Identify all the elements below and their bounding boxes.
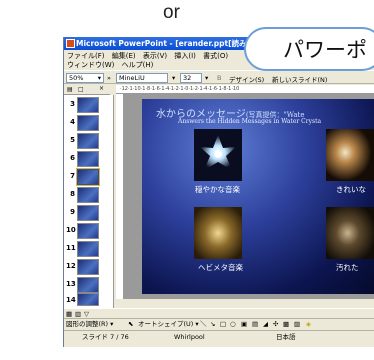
slide-thumbnail-image bbox=[77, 115, 99, 131]
thumbnail-slide-6[interactable]: 6 bbox=[66, 149, 110, 169]
current-slide[interactable]: 水からのメッセージ(写真提供："Wate Answers the Hidden … bbox=[142, 99, 374, 294]
line-icon[interactable]: ＼ bbox=[200, 319, 207, 330]
caption-beautiful: きれいな bbox=[336, 185, 366, 194]
select-pointer-icon[interactable]: ⬉ bbox=[128, 319, 133, 330]
thumbnail-slide-14[interactable]: 14 bbox=[66, 291, 110, 307]
crystal-photo-icon bbox=[326, 129, 374, 181]
font-size-select[interactable]: 32 bbox=[180, 73, 202, 83]
more-buttons-icon[interactable]: » bbox=[107, 74, 111, 82]
slide-thumbnail-image bbox=[77, 259, 99, 275]
font-size-value: 32 bbox=[183, 74, 192, 82]
bold-icon[interactable]: B bbox=[217, 74, 221, 82]
caption-heavy-metal: ヘビメタ音楽 bbox=[198, 263, 243, 272]
slide-thumbnails-pane: 3 4 5 6 7 8 9 10 11 12 13 14 bbox=[64, 95, 114, 308]
wordart-icon[interactable]: ◢ bbox=[263, 319, 268, 330]
thumbnail-slide-3[interactable]: 3 bbox=[66, 95, 110, 115]
menu-format[interactable]: 書式(O) bbox=[203, 52, 228, 60]
panel-tabs: ▤ □ × bbox=[64, 85, 110, 95]
thumbnail-slide-8[interactable]: 8 bbox=[66, 185, 110, 205]
vertical-ruler bbox=[116, 94, 124, 299]
thumbnail-slide-4[interactable]: 4 bbox=[66, 113, 110, 133]
slide-thumbnail-image bbox=[77, 293, 99, 306]
top-word: or bbox=[163, 2, 180, 23]
crystal-photo-calm-music[interactable] bbox=[194, 129, 242, 181]
clipart-icon[interactable]: ▩ bbox=[283, 319, 289, 330]
formatting-toolbar: 50% ▾ » MineLiU ▾ 32 ▾ B デザイン(S) 新しいスライド… bbox=[64, 70, 374, 84]
slide-subtitle[interactable]: Answers the Hidden Messages in Water Cry… bbox=[178, 118, 321, 125]
thumbnail-slide-9[interactable]: 9 bbox=[66, 203, 110, 223]
thumbnail-slide-7[interactable]: 7 bbox=[66, 167, 110, 187]
new-slide-button[interactable]: 新しいスライド(N) bbox=[272, 74, 327, 84]
slide-thumbnail-image bbox=[77, 187, 99, 203]
font-select[interactable]: MineLiU bbox=[116, 73, 168, 83]
slide-thumbnail-image bbox=[77, 97, 99, 113]
menu-help[interactable]: ヘルプ(H) bbox=[122, 61, 154, 69]
menu-insert[interactable]: 挿入(I) bbox=[174, 52, 196, 60]
status-bar: スライド 7 / 76 Whirlpool 日本語 bbox=[64, 330, 374, 342]
caption-calm-music: 穏やかな音楽 bbox=[195, 185, 240, 194]
arrow-icon[interactable]: ↘ bbox=[210, 319, 215, 330]
fill-color-icon[interactable]: ◈ bbox=[306, 319, 311, 330]
draw-menu-button[interactable]: 図形の調整(R) ▾ bbox=[66, 319, 113, 330]
autoshape-menu-button[interactable]: オートシェイプ(U) ▾ bbox=[138, 319, 199, 330]
crystal-photo-beautiful[interactable] bbox=[326, 129, 374, 181]
design-template-name: Whirlpool bbox=[174, 333, 205, 341]
diagram-icon[interactable]: ✣ bbox=[273, 319, 278, 330]
drawing-toolbar-row: 図形の調整(R) ▾ ⬉ オートシェイプ(U) ▾ ＼ ↘ □ ○ ▣ ▤ ◢ … bbox=[64, 318, 374, 329]
crystal-photo-icon bbox=[326, 207, 374, 259]
zoom-select[interactable]: 50% ▾ bbox=[66, 73, 104, 83]
zoom-value: 50% bbox=[69, 74, 84, 82]
menu-edit[interactable]: 編集(E) bbox=[112, 52, 136, 60]
rectangle-icon[interactable]: □ bbox=[220, 319, 226, 330]
menu-file[interactable]: ファイル(F) bbox=[67, 52, 105, 60]
slides-tab[interactable]: □ bbox=[78, 86, 84, 93]
chevron-down-icon: ▾ bbox=[97, 74, 101, 82]
slide-thumbnail-image bbox=[77, 241, 99, 257]
thumbnail-slide-11[interactable]: 11 bbox=[66, 239, 110, 259]
oval-icon[interactable]: ○ bbox=[230, 319, 236, 330]
slide-thumbnail-image bbox=[77, 223, 99, 239]
chevron-down-icon: ▾ bbox=[172, 74, 176, 82]
slide-thumbnail-image bbox=[77, 133, 99, 149]
crystal-photo-heavy-metal[interactable] bbox=[194, 207, 242, 259]
chart-icon[interactable]: ▤ bbox=[252, 319, 258, 330]
crystal-photo-polluted[interactable] bbox=[326, 207, 374, 259]
powerpoint-icon bbox=[66, 39, 75, 48]
textbox-icon[interactable]: ▣ bbox=[241, 319, 247, 330]
menu-window[interactable]: ウィンドウ(W) bbox=[67, 61, 114, 69]
horizontal-ruler: ·12·1·10·1·8·1·6·1·4·1·2·1·0·1·2·1·4·1·6… bbox=[116, 85, 374, 94]
powerpoint-window: Microsoft PowerPoint - [erander.ppt[読み専 … bbox=[63, 37, 374, 347]
design-button[interactable]: デザイン(S) bbox=[229, 74, 264, 84]
menu-view[interactable]: 表示(V) bbox=[143, 52, 167, 60]
thumbnail-slide-10[interactable]: 10 bbox=[66, 221, 110, 241]
callout-text: パワーポ bbox=[283, 38, 367, 62]
slide-position: スライド 7 / 76 bbox=[82, 333, 129, 341]
slide-thumbnail-image bbox=[77, 151, 99, 167]
snowflake-crystal-icon bbox=[194, 129, 242, 181]
thumbnail-slide-5[interactable]: 5 bbox=[66, 131, 110, 151]
language-indicator: 日本語 bbox=[276, 333, 296, 341]
slide-thumbnail-image bbox=[77, 205, 99, 221]
font-name: MineLiU bbox=[119, 74, 145, 82]
thumbnail-slide-12[interactable]: 12 bbox=[66, 257, 110, 277]
chevron-down-icon: ▾ bbox=[205, 74, 209, 82]
caption-polluted: 汚れた bbox=[336, 263, 359, 272]
close-icon[interactable]: × bbox=[99, 85, 104, 92]
slide-editing-area[interactable]: 水からのメッセージ(写真提供："Wate Answers the Hidden … bbox=[124, 94, 374, 299]
window-title: Microsoft PowerPoint - [erander.ppt[読み専 bbox=[76, 39, 255, 48]
crystal-photo-icon bbox=[194, 207, 242, 259]
picture-icon[interactable]: ▨ bbox=[294, 319, 300, 330]
slide-thumbnail-image bbox=[76, 168, 100, 186]
outline-tab[interactable]: ▤ bbox=[67, 86, 73, 93]
